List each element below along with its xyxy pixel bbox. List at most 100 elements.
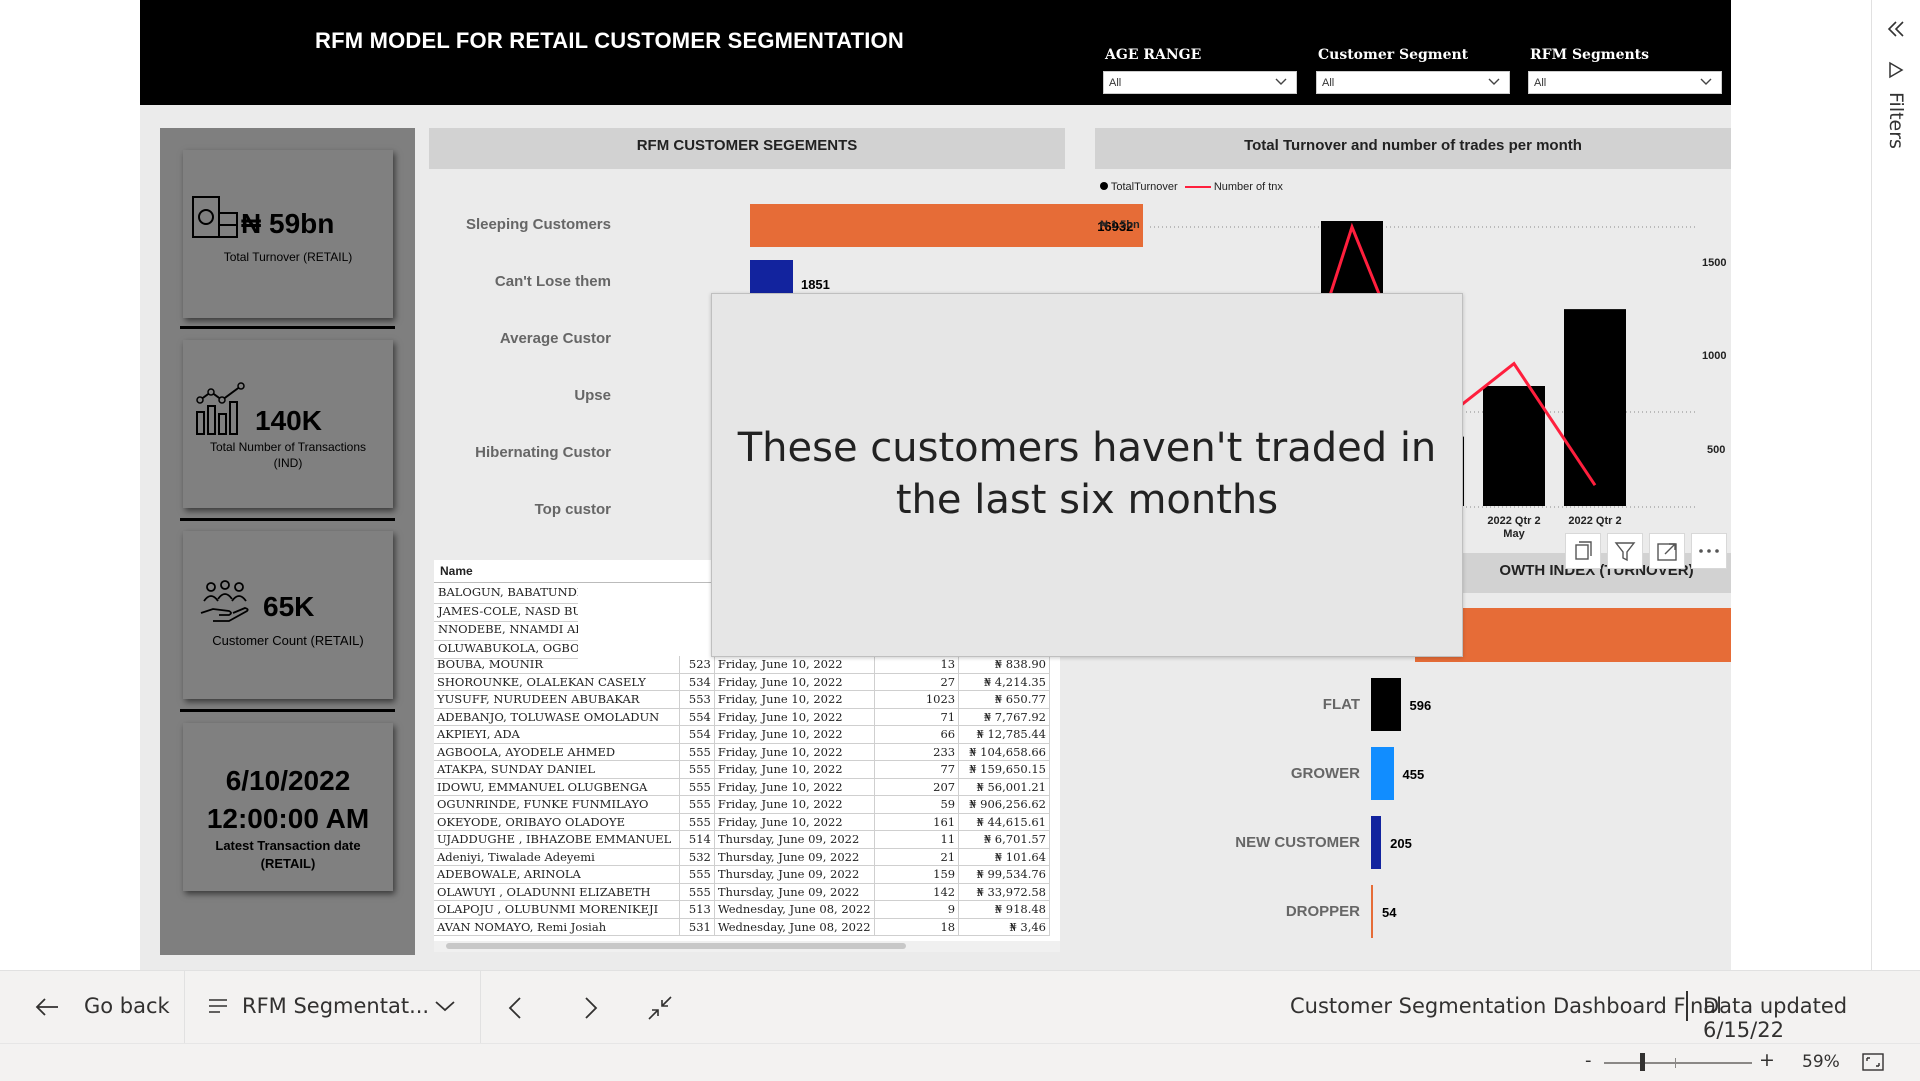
table-cell-date: Friday, June 10, 2022 — [714, 708, 875, 726]
table-row[interactable]: AVAN NOMAYO, Remi Josiah 531 Wednesday, Ju… — [434, 918, 1050, 936]
copy-visual-button[interactable] — [1565, 533, 1601, 569]
table-cell-name: AGBOOLA, AYODELE AHMED — [434, 743, 680, 761]
go-back-button[interactable]: Go back — [20, 971, 180, 1044]
table-row[interactable]: YUSUFF, NURUDEEN ABUBAKAR 553 Friday, June… — [434, 690, 1050, 709]
table-cell-date: Friday, June 10, 2022 — [714, 813, 875, 831]
table-cell-amount: ₦ 650.77 — [958, 690, 1050, 709]
table-cell-recency: 554 — [679, 725, 715, 744]
filters-pane[interactable]: Filters — [1871, 0, 1920, 970]
table-cell-frequency: 21 — [874, 848, 960, 866]
customer-segment-dropdown[interactable]: All — [1316, 71, 1510, 94]
table-row[interactable]: BALOGUN, BABATUNDE — [434, 585, 578, 604]
turnover-bar[interactable] — [1483, 386, 1545, 506]
age-range-value: All — [1109, 77, 1122, 89]
segment-bar[interactable] — [750, 204, 1144, 247]
rfm-segments-dropdown[interactable]: All — [1528, 71, 1722, 94]
go-back-label: Go back — [84, 994, 170, 1018]
table-row[interactable]: NNODEBE, NNAMDI AD — [434, 622, 578, 641]
age-range-dropdown[interactable]: All — [1103, 71, 1297, 94]
kpi-card-latest-date[interactable]: 6/10/2022 12:00:00 AM Latest Transaction… — [183, 723, 393, 891]
growth-bar-value: 54 — [1382, 905, 1397, 920]
rfm-segments-filter-label: RFM Segments — [1530, 47, 1649, 63]
zoom-slider-thumb[interactable] — [1640, 1053, 1645, 1071]
table-row[interactable]: OGUNRINDE, FUNKE FUNMILAYO 555 Friday, Jun… — [434, 795, 1050, 814]
table-cell-recency: 555 — [679, 760, 715, 779]
combo-x-label-line: 2022 Qtr 2 — [1568, 515, 1622, 527]
kpi-customers-value: 65K — [263, 591, 315, 622]
bottom-nav-bar: Go back RFM Segmentat... Customer Segmen… — [0, 970, 1920, 1044]
table-row[interactable]: JAMES-COLE, NASD BUK — [434, 604, 578, 622]
table-cell-date: Friday, June 10, 2022 — [714, 725, 875, 744]
table-cell-date: Thursday, June 09, 2022 — [714, 883, 875, 901]
table-cell-name: OLAWUYI , OLADUNNI ELIZABETH — [434, 883, 680, 901]
kpi-transactions-sublabel: (IND) — [273, 456, 303, 470]
kpi-transactions-label: Total Number of Transactions — [209, 440, 367, 454]
table-row[interactable]: BOUBA, MOUNIR 523 Friday, June 10, 2022 13 ₦… — [434, 656, 1050, 674]
zoom-slider-track[interactable] — [1604, 1062, 1752, 1064]
segment-tooltip: These customers haven't traded in the la… — [711, 293, 1463, 657]
previous-page-icon[interactable] — [505, 995, 527, 1021]
growth-bar[interactable] — [1371, 747, 1394, 800]
table-row[interactable]: OKEYODE, ORIBAYO OLADOYE 555 Friday, June … — [434, 813, 1050, 831]
kpi-card-customers[interactable]: 65K Customer Count (RETAIL) — [183, 531, 393, 699]
table-row[interactable]: ADEBANJO, TOLUWASE OMOLADUN 554 Friday, Ju… — [434, 708, 1050, 726]
fit-to-page-icon[interactable] — [1862, 1052, 1884, 1072]
table-cell-name: ADEBANJO, TOLUWASE OMOLADUN — [434, 708, 680, 726]
kpi-latest-label: Latest Transaction date — [215, 838, 361, 853]
table-horizontal-scrollbar[interactable] — [434, 941, 1060, 952]
exit-fullscreen-icon[interactable] — [647, 995, 673, 1021]
growth-category-label: FLAT — [1322, 696, 1360, 713]
kpi-divider — [180, 518, 395, 521]
report-name-separator — [1686, 991, 1688, 1021]
combo-x-label: 2022 Qtr 2 May — [1474, 515, 1554, 541]
filter-visual-button[interactable] — [1607, 533, 1643, 569]
next-page-icon[interactable] — [579, 995, 601, 1021]
table-cell-recency: 531 — [679, 918, 715, 936]
growth-bar[interactable] — [1371, 816, 1382, 869]
table-row[interactable]: OLAWUYI , OLADUNNI ELIZABETH 555 Thursday,… — [434, 883, 1050, 901]
kpi-divider — [180, 326, 395, 329]
page-selector[interactable]: RFM Segmentat... — [200, 971, 472, 1044]
focus-mode-button[interactable] — [1649, 533, 1685, 569]
table-cell-name: OLAPOJU , OLUBUNMI MORENIKEJI — [434, 900, 680, 919]
combo-x-label-line: May — [1503, 528, 1525, 540]
table-row[interactable]: Adeniyi, Tiwalade Adeyemi 532 Thursday, Ju… — [434, 848, 1050, 866]
status-bar: - + 59% — [0, 1043, 1920, 1081]
table-cell-recency: 555 — [679, 883, 715, 901]
turnover-bar[interactable] — [1564, 309, 1626, 506]
table-row[interactable]: SHOROUNKE, OLALEKAN CASELY 534 Friday, Jun… — [434, 673, 1050, 691]
more-options-button[interactable] — [1691, 533, 1727, 569]
money-icon — [192, 196, 238, 238]
table-row[interactable]: IDOWU, EMMANUEL OLUGBENGA 555 Friday, June… — [434, 778, 1050, 796]
kpi-customers-label: Customer Count (RETAIL) — [212, 633, 364, 648]
growth-bar[interactable] — [1371, 678, 1401, 731]
kpi-card-transactions[interactable]: 140K Total Number of Transactions (IND) — [183, 340, 393, 508]
table-cell-frequency: 9 — [874, 900, 960, 919]
table-row[interactable]: ADEBOWALE, ARINOLA 555 Thursday, June 09, … — [434, 865, 1050, 884]
table-row[interactable]: OLAPOJU , OLUBUNMI MORENIKEJI 513 Wednesda… — [434, 900, 1050, 919]
table-cell-date: Thursday, June 09, 2022 — [714, 830, 875, 849]
table-row[interactable]: AKPIEYI, ADA 554 Friday, June 10, 2022 66 ₦ … — [434, 725, 1050, 744]
zoom-in-button[interactable]: + — [1759, 1049, 1775, 1071]
collapse-double-chevron-icon[interactable] — [1885, 18, 1907, 40]
table-cell-name: UJADDUGHE , IBHAZOBE EMMANUEL — [434, 830, 680, 849]
table-cell-name: ATAKPA, SUNDAY DANIEL — [434, 760, 680, 779]
kpi-turnover-value: ₦ 59bn — [241, 208, 335, 239]
filter-funnel-icon — [1889, 61, 1904, 79]
filters-label-wrap[interactable]: Filters — [1882, 92, 1908, 162]
table-cell-recency: 555 — [679, 743, 715, 761]
table-row[interactable]: AGBOOLA, AYODELE AHMED 555 Friday, June 10… — [434, 743, 1050, 761]
table-cell-recency: 514 — [679, 830, 715, 849]
table-cell-frequency: 27 — [874, 673, 960, 691]
growth-bar[interactable] — [1371, 885, 1373, 938]
more-options-icon — [1699, 549, 1719, 553]
zoom-out-button[interactable]: - — [1585, 1050, 1592, 1071]
growth-category-label: GROWER — [1290, 765, 1360, 782]
kpi-card-turnover[interactable]: ₦ 59bn Total Turnover (RETAIL) — [183, 150, 393, 318]
table-row[interactable]: ATAKPA, SUNDAY DANIEL 555 Friday, June 10,… — [434, 760, 1050, 779]
nav-separator — [184, 971, 185, 1044]
report-canvas: RFM MODEL FOR RETAIL CUSTOMER SEGMENTATI… — [140, 0, 1731, 970]
table-cell-frequency: 207 — [874, 778, 960, 796]
table-row[interactable]: UJADDUGHE , IBHAZOBE EMMANUEL 514 Thursday… — [434, 830, 1050, 849]
scrollbar-thumb[interactable] — [446, 943, 906, 949]
